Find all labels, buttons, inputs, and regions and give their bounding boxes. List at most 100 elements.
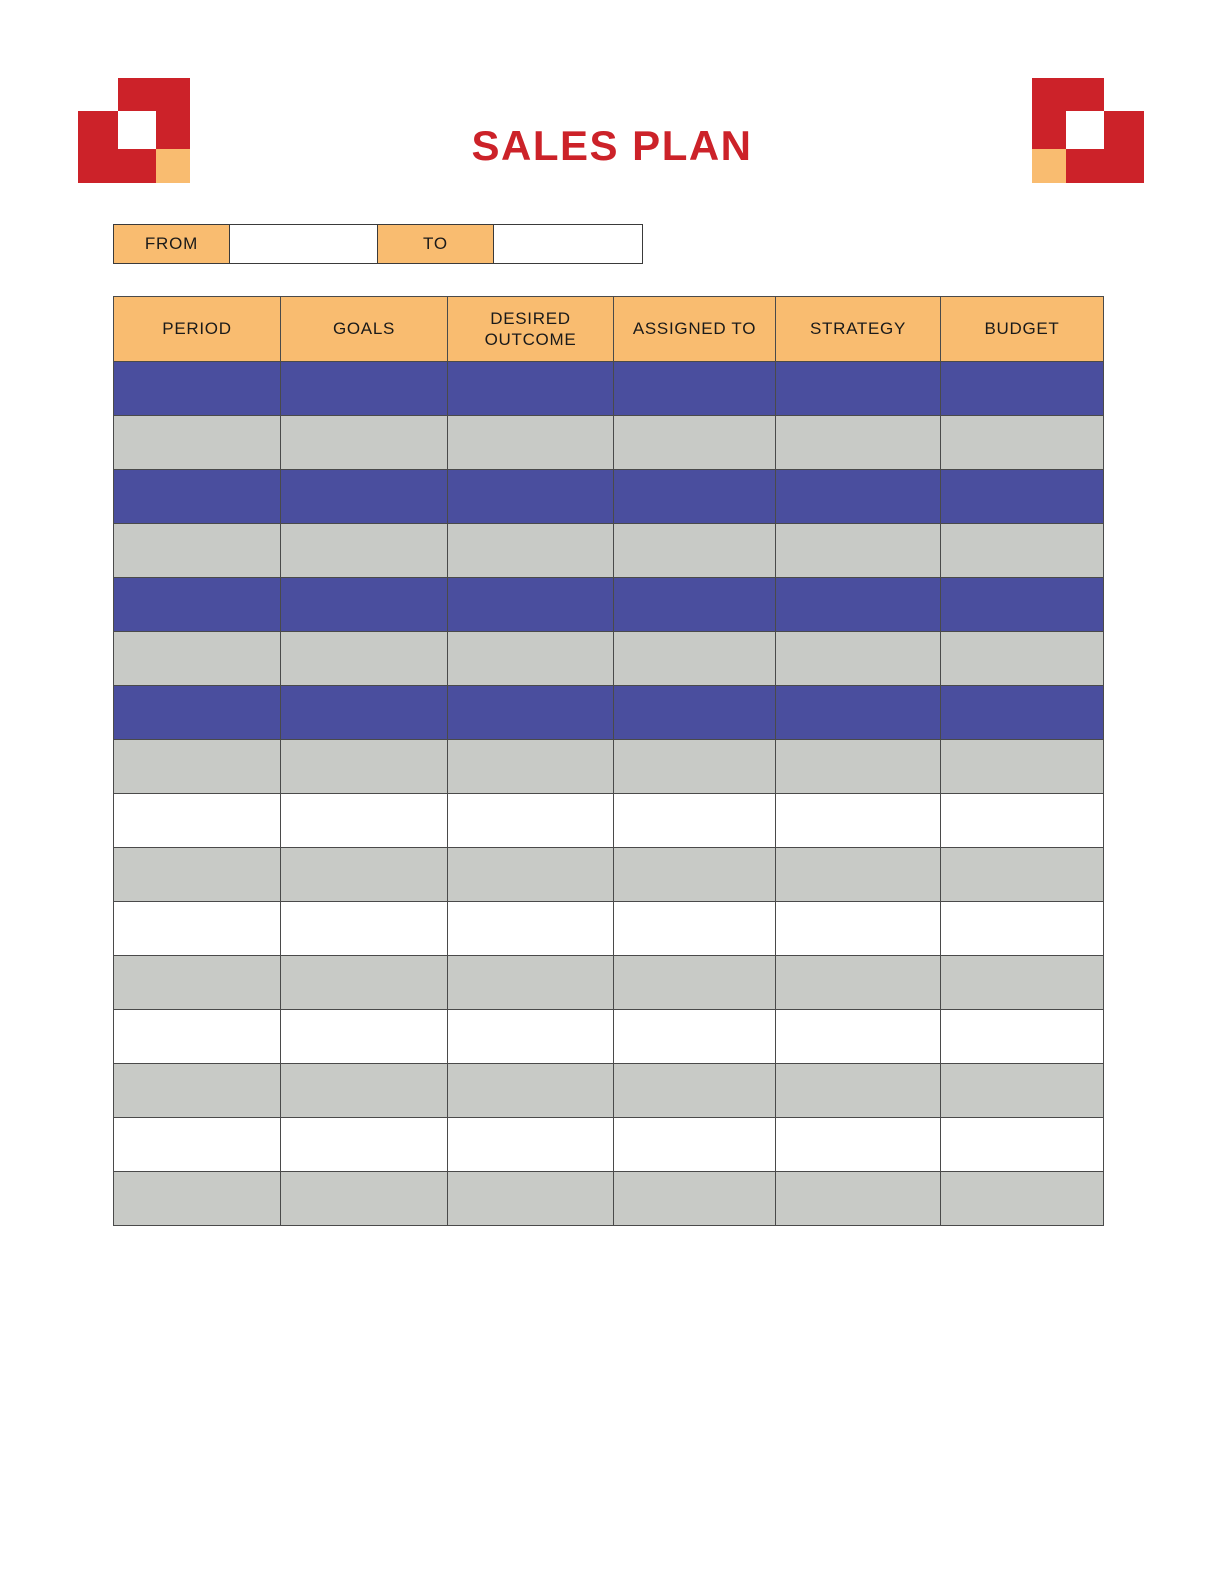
table-cell-goals[interactable] xyxy=(280,739,448,794)
table-cell-budget[interactable] xyxy=(940,577,1104,632)
table-cell-period[interactable] xyxy=(113,847,281,902)
table-cell-budget[interactable] xyxy=(940,631,1104,686)
table-cell-period[interactable] xyxy=(113,361,281,416)
table-cell-budget[interactable] xyxy=(940,1009,1104,1064)
table-cell-assigned_to[interactable] xyxy=(613,361,776,416)
table-cell-period[interactable] xyxy=(113,955,281,1010)
table-cell-period[interactable] xyxy=(113,793,281,848)
table-cell-period[interactable] xyxy=(113,577,281,632)
table-cell-period[interactable] xyxy=(113,415,281,470)
table-cell-strategy[interactable] xyxy=(775,361,941,416)
table-cell-assigned_to[interactable] xyxy=(613,523,776,578)
table-cell-budget[interactable] xyxy=(940,1117,1104,1172)
table-cell-period[interactable] xyxy=(113,1171,281,1226)
table-cell-budget[interactable] xyxy=(940,1063,1104,1118)
table-cell-period[interactable] xyxy=(113,685,281,740)
table-cell-assigned_to[interactable] xyxy=(613,685,776,740)
table-cell-period[interactable] xyxy=(113,1009,281,1064)
table-cell-budget[interactable] xyxy=(940,739,1104,794)
table-cell-desired_outcome[interactable] xyxy=(447,739,614,794)
table-cell-assigned_to[interactable] xyxy=(613,631,776,686)
table-cell-desired_outcome[interactable] xyxy=(447,1063,614,1118)
table-cell-assigned_to[interactable] xyxy=(613,469,776,524)
table-cell-strategy[interactable] xyxy=(775,1171,941,1226)
table-cell-assigned_to[interactable] xyxy=(613,739,776,794)
table-cell-strategy[interactable] xyxy=(775,1117,941,1172)
table-cell-desired_outcome[interactable] xyxy=(447,955,614,1010)
table-cell-strategy[interactable] xyxy=(775,847,941,902)
table-cell-budget[interactable] xyxy=(940,793,1104,848)
table-cell-budget[interactable] xyxy=(940,901,1104,956)
table-cell-strategy[interactable] xyxy=(775,793,941,848)
to-date-input[interactable] xyxy=(494,225,642,263)
table-cell-budget[interactable] xyxy=(940,847,1104,902)
table-cell-assigned_to[interactable] xyxy=(613,793,776,848)
table-cell-goals[interactable] xyxy=(280,577,448,632)
table-cell-goals[interactable] xyxy=(280,847,448,902)
table-cell-desired_outcome[interactable] xyxy=(447,901,614,956)
table-cell-goals[interactable] xyxy=(280,361,448,416)
table-cell-assigned_to[interactable] xyxy=(613,847,776,902)
table-cell-assigned_to[interactable] xyxy=(613,1009,776,1064)
table-cell-goals[interactable] xyxy=(280,1009,448,1064)
table-cell-assigned_to[interactable] xyxy=(613,1171,776,1226)
table-cell-desired_outcome[interactable] xyxy=(447,631,614,686)
table-cell-assigned_to[interactable] xyxy=(613,901,776,956)
table-cell-desired_outcome[interactable] xyxy=(447,577,614,632)
table-cell-goals[interactable] xyxy=(280,415,448,470)
table-cell-assigned_to[interactable] xyxy=(613,415,776,470)
table-row xyxy=(113,577,1104,632)
table-cell-budget[interactable] xyxy=(940,523,1104,578)
table-cell-strategy[interactable] xyxy=(775,955,941,1010)
table-cell-budget[interactable] xyxy=(940,685,1104,740)
table-cell-assigned_to[interactable] xyxy=(613,1063,776,1118)
table-cell-goals[interactable] xyxy=(280,901,448,956)
table-cell-desired_outcome[interactable] xyxy=(447,793,614,848)
table-cell-strategy[interactable] xyxy=(775,901,941,956)
table-cell-period[interactable] xyxy=(113,631,281,686)
table-cell-period[interactable] xyxy=(113,1117,281,1172)
table-cell-strategy[interactable] xyxy=(775,1009,941,1064)
table-cell-strategy[interactable] xyxy=(775,469,941,524)
table-cell-strategy[interactable] xyxy=(775,1063,941,1118)
table-cell-period[interactable] xyxy=(113,523,281,578)
table-cell-strategy[interactable] xyxy=(775,685,941,740)
table-cell-strategy[interactable] xyxy=(775,577,941,632)
table-cell-budget[interactable] xyxy=(940,469,1104,524)
table-cell-strategy[interactable] xyxy=(775,415,941,470)
table-cell-budget[interactable] xyxy=(940,1171,1104,1226)
table-cell-goals[interactable] xyxy=(280,685,448,740)
table-cell-desired_outcome[interactable] xyxy=(447,415,614,470)
table-cell-goals[interactable] xyxy=(280,793,448,848)
table-cell-strategy[interactable] xyxy=(775,631,941,686)
table-cell-desired_outcome[interactable] xyxy=(447,1171,614,1226)
table-cell-desired_outcome[interactable] xyxy=(447,847,614,902)
table-cell-goals[interactable] xyxy=(280,1117,448,1172)
table-cell-desired_outcome[interactable] xyxy=(447,523,614,578)
table-cell-period[interactable] xyxy=(113,901,281,956)
table-cell-period[interactable] xyxy=(113,1063,281,1118)
table-cell-desired_outcome[interactable] xyxy=(447,469,614,524)
table-cell-desired_outcome[interactable] xyxy=(447,1009,614,1064)
table-cell-desired_outcome[interactable] xyxy=(447,685,614,740)
table-cell-desired_outcome[interactable] xyxy=(447,361,614,416)
table-cell-goals[interactable] xyxy=(280,1171,448,1226)
table-cell-assigned_to[interactable] xyxy=(613,577,776,632)
table-cell-period[interactable] xyxy=(113,739,281,794)
table-cell-goals[interactable] xyxy=(280,955,448,1010)
table-row xyxy=(113,685,1104,740)
from-date-input[interactable] xyxy=(230,225,378,263)
table-cell-goals[interactable] xyxy=(280,631,448,686)
table-cell-goals[interactable] xyxy=(280,469,448,524)
table-cell-goals[interactable] xyxy=(280,523,448,578)
table-cell-period[interactable] xyxy=(113,469,281,524)
table-cell-strategy[interactable] xyxy=(775,523,941,578)
table-cell-strategy[interactable] xyxy=(775,739,941,794)
table-cell-assigned_to[interactable] xyxy=(613,955,776,1010)
table-cell-budget[interactable] xyxy=(940,955,1104,1010)
table-cell-budget[interactable] xyxy=(940,361,1104,416)
table-cell-assigned_to[interactable] xyxy=(613,1117,776,1172)
table-cell-desired_outcome[interactable] xyxy=(447,1117,614,1172)
table-cell-goals[interactable] xyxy=(280,1063,448,1118)
table-cell-budget[interactable] xyxy=(940,415,1104,470)
